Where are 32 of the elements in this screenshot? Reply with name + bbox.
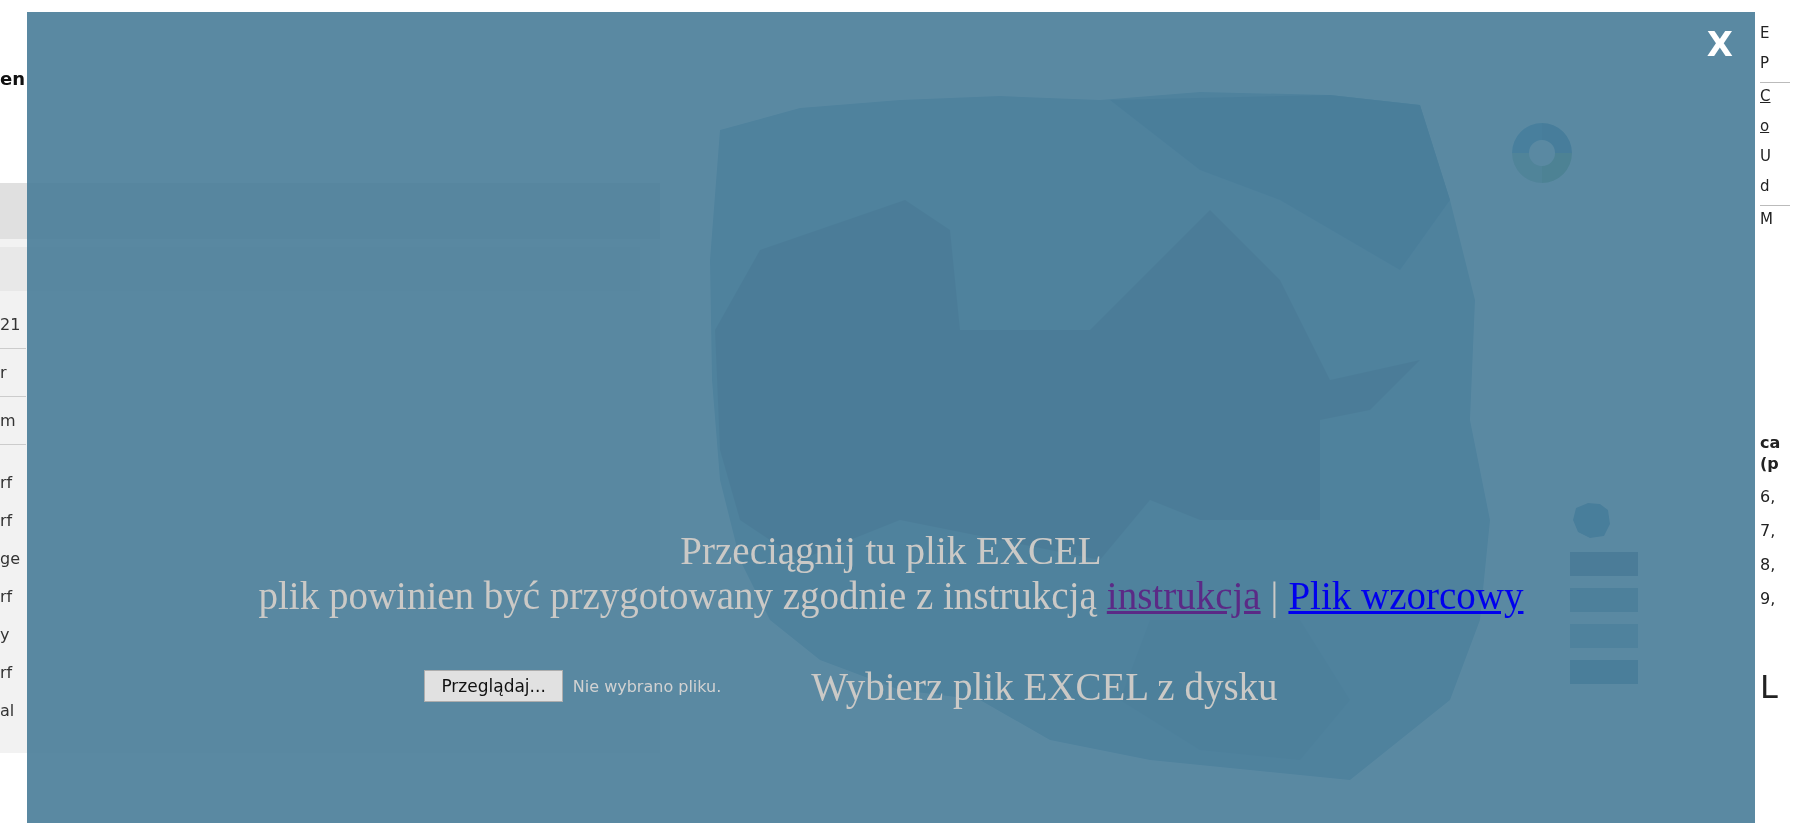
map-title: en: [0, 68, 26, 89]
indicator-item[interactable]: rf: [0, 577, 26, 615]
drop-instruction: Przeciągnij tu plik EXCEL: [680, 530, 1102, 573]
file-status-text: Nie wybrano pliku.: [572, 676, 722, 696]
side-text: M: [1760, 210, 1774, 228]
indicator-item[interactable]: al: [0, 691, 26, 729]
indicator-item[interactable]: y: [0, 615, 26, 653]
side-text: P: [1760, 54, 1771, 72]
link-separator: |: [1270, 572, 1279, 620]
category-row[interactable]: 21: [0, 301, 26, 349]
indicator-item[interactable]: rf: [0, 653, 26, 691]
side-link[interactable]: o: [1760, 117, 1790, 135]
category-row[interactable]: r: [0, 349, 26, 397]
side-link[interactable]: C: [1760, 87, 1790, 105]
side-text: d: [1760, 177, 1771, 195]
legend-range: 6,: [1760, 486, 1777, 506]
side-text: E: [1760, 24, 1771, 42]
browse-button[interactable]: Przeglądaj...: [424, 670, 563, 703]
category-row[interactable]: m: [0, 397, 26, 445]
legend-range: 8,: [1760, 554, 1777, 574]
choose-file-label: Wybierz plik EXCEL z dysku: [811, 663, 1278, 709]
indicator-item[interactable]: rf: [0, 501, 26, 539]
side-text: U: [1760, 147, 1772, 165]
legend-title: ca: [1760, 433, 1782, 454]
legend-range: 9,: [1760, 588, 1777, 608]
legend-title: (p: [1760, 453, 1780, 475]
indicator-item[interactable]: rf: [0, 463, 26, 501]
side-heading: L: [1760, 667, 1779, 706]
legend-range: 7,: [1760, 520, 1777, 540]
indicator-item[interactable]: ge: [0, 539, 26, 577]
instruction-text: plik powinien być przygotowany zgodnie z instrukcją: [258, 573, 1097, 620]
close-button[interactable]: X: [1702, 24, 1737, 64]
